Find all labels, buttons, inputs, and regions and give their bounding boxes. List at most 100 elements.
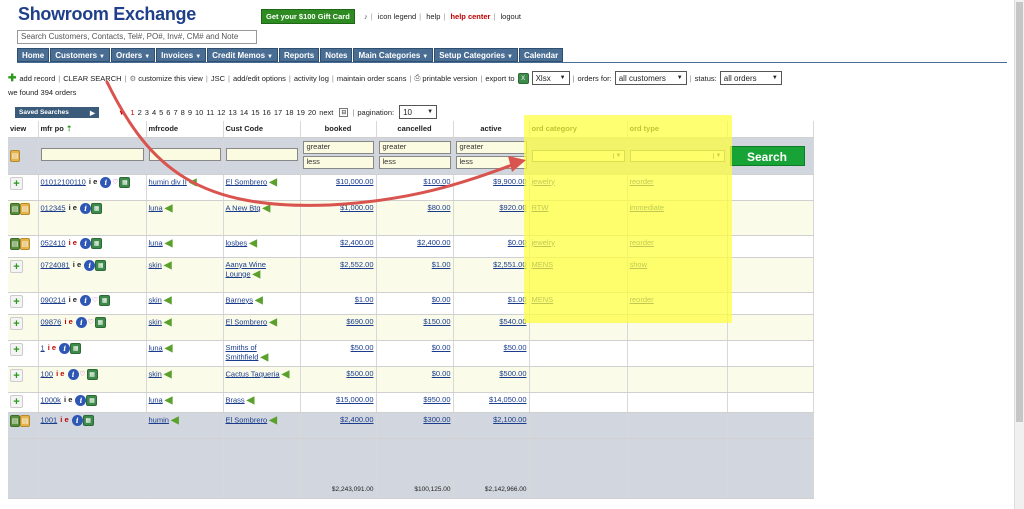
- cust-code-link[interactable]: Barneys: [226, 295, 254, 304]
- arrow-left-icon[interactable]: ◀: [253, 269, 261, 280]
- cust-code-link[interactable]: El Sombrero: [226, 317, 268, 326]
- sheet-icon[interactable]: ▦: [70, 342, 82, 354]
- ord-category-link[interactable]: MENS: [532, 260, 554, 269]
- mfrcode-link[interactable]: luna: [149, 343, 163, 352]
- filter-folder-icon[interactable]: ▤: [10, 149, 20, 162]
- logout-link[interactable]: logout: [501, 12, 521, 21]
- invoice-icon[interactable]: ▤: [10, 414, 20, 427]
- arrow-left-icon[interactable]: ◀: [165, 343, 173, 354]
- table-row[interactable]: +1000k i e i ▦ luna ◀ Brass ◀ $15,000.00 $950.0…: [8, 392, 814, 413]
- cancelled-link[interactable]: $0.00: [432, 343, 451, 352]
- ord-type-link[interactable]: reorder: [630, 238, 654, 247]
- add-invoice-icon[interactable]: +: [10, 259, 23, 273]
- ie-label[interactable]: i e: [67, 238, 80, 247]
- arrow-left-icon[interactable]: ◀: [164, 295, 172, 306]
- nav-item-reports[interactable]: Reports: [279, 48, 320, 62]
- col-cust-code[interactable]: Cust Code: [223, 121, 301, 138]
- ie-label[interactable]: i e: [87, 177, 100, 186]
- cust-code-link[interactable]: losbes: [226, 238, 248, 247]
- arrow-left-icon[interactable]: ◀: [260, 352, 268, 363]
- active-link[interactable]: $50.00: [504, 343, 527, 352]
- mfrcode-link[interactable]: luna: [149, 395, 163, 404]
- ord-category-link[interactable]: MENS: [532, 295, 554, 304]
- ord-type-link[interactable]: reorder: [630, 295, 654, 304]
- cancelled-link[interactable]: $1.00: [432, 260, 451, 269]
- ord-category-filter[interactable]: ▼: [531, 149, 625, 162]
- arrow-left-icon[interactable]: ◀: [164, 317, 172, 328]
- active-link[interactable]: $1.00: [508, 295, 527, 304]
- page-link[interactable]: 7: [173, 108, 177, 117]
- heart-icon[interactable]: ♡: [91, 295, 99, 306]
- icon-legend-link[interactable]: icon legend: [378, 12, 416, 21]
- page-link[interactable]: 4: [152, 108, 156, 117]
- ord-type-link[interactable]: reorder: [630, 177, 654, 186]
- add-record-link[interactable]: add record: [19, 74, 55, 83]
- page-link[interactable]: 14: [240, 108, 248, 117]
- invoice-icon[interactable]: ▤: [10, 237, 20, 250]
- page-scrollbar[interactable]: [1014, 0, 1024, 509]
- ie-label[interactable]: i e: [46, 343, 59, 352]
- pager-start-icon[interactable]: ▼: [118, 108, 125, 117]
- active-link[interactable]: $9,900.00: [493, 177, 526, 186]
- clear-search-link[interactable]: CLEAR SEARCH: [63, 74, 121, 83]
- mfr-po-link[interactable]: 1001: [41, 415, 58, 424]
- sheet-icon[interactable]: ▦: [95, 259, 107, 271]
- add-invoice-icon[interactable]: +: [10, 176, 23, 190]
- ie-label[interactable]: i e: [71, 260, 84, 269]
- jsc-link[interactable]: JSC: [211, 74, 225, 83]
- add-invoice-icon[interactable]: +: [10, 316, 23, 330]
- info-icon[interactable]: i: [84, 259, 96, 271]
- col-mfr-po[interactable]: mfr po ⇡: [38, 121, 147, 138]
- active-link[interactable]: $920.00: [499, 203, 526, 212]
- mfrcode-link[interactable]: luna: [149, 203, 163, 212]
- info-icon[interactable]: i: [59, 342, 71, 354]
- printable-version-link[interactable]: printable version: [422, 74, 477, 83]
- ord-category-link[interactable]: jewelry: [532, 177, 555, 186]
- page-link[interactable]: 5: [159, 108, 163, 117]
- cust-code-filter[interactable]: [225, 148, 298, 161]
- mfrcode-filter[interactable]: [148, 148, 221, 161]
- mfr-po-link[interactable]: 09876: [41, 317, 62, 326]
- col-mfrcode[interactable]: mfrcode: [146, 121, 224, 138]
- invoice-icon[interactable]: ▤: [10, 202, 20, 215]
- booked-link[interactable]: $10,000.00: [336, 177, 374, 186]
- arrow-left-icon[interactable]: ◀: [164, 369, 172, 380]
- order-doc-icon[interactable]: ▤: [20, 237, 30, 250]
- nav-item-main-categories[interactable]: Main Categories ▼: [353, 48, 434, 62]
- col-ord-category[interactable]: ord category: [529, 121, 628, 138]
- mfr-po-link[interactable]: 1: [41, 343, 45, 352]
- page-link[interactable]: 10: [195, 108, 203, 117]
- nav-item-home[interactable]: Home: [17, 48, 50, 62]
- active-link[interactable]: $14,050.00: [489, 395, 527, 404]
- add-invoice-icon[interactable]: +: [10, 294, 23, 308]
- cust-code-link[interactable]: Brass: [226, 395, 245, 404]
- order-doc-icon[interactable]: ▤: [20, 414, 30, 427]
- sheet-icon[interactable]: ▦: [91, 202, 103, 214]
- booked-link[interactable]: $500.00: [346, 369, 373, 378]
- page-link[interactable]: 20: [308, 108, 316, 117]
- info-icon[interactable]: i: [100, 176, 112, 188]
- table-row[interactable]: +090214 i e i ♡ ▦ skin ◀ Barneys ◀ $1.00 $0.00 $1…: [8, 292, 814, 315]
- activity-log-link[interactable]: activity log: [294, 74, 329, 83]
- nav-item-setup-categories[interactable]: Setup Categories ▼: [434, 48, 518, 62]
- app-logo[interactable]: Showroom Exchange: [18, 4, 196, 25]
- sheet-icon[interactable]: ▦: [91, 237, 103, 249]
- mfrcode-link[interactable]: skin: [149, 260, 162, 269]
- active-link[interactable]: $500.00: [499, 369, 526, 378]
- orders-for-select[interactable]: all customers ▼: [614, 71, 687, 85]
- help-center-link[interactable]: help center: [450, 12, 490, 21]
- cancelled-link[interactable]: $950.00: [423, 395, 450, 404]
- mfrcode-link[interactable]: skin: [149, 295, 162, 304]
- ord-type-filter[interactable]: ▼: [629, 149, 725, 162]
- next-link[interactable]: next: [319, 108, 333, 117]
- table-row[interactable]: +100 i e i ♡ ▦ skin ◀ Cactus Taqueria ◀ $500.00…: [8, 366, 814, 393]
- table-row[interactable]: +01012100110 i e i ♡ ▦ humin div II ◀ El Somb…: [8, 174, 814, 201]
- booked-less-filter[interactable]: less: [302, 155, 374, 169]
- col-cancelled[interactable]: cancelled: [376, 121, 454, 138]
- add-invoice-icon[interactable]: +: [10, 394, 23, 408]
- info-icon[interactable]: i: [75, 316, 87, 328]
- page-link[interactable]: 2: [138, 108, 142, 117]
- ord-type-link[interactable]: show: [630, 260, 648, 269]
- maintain-scans-link[interactable]: maintain order scans: [337, 74, 407, 83]
- arrow-left-icon[interactable]: ◀: [164, 260, 172, 271]
